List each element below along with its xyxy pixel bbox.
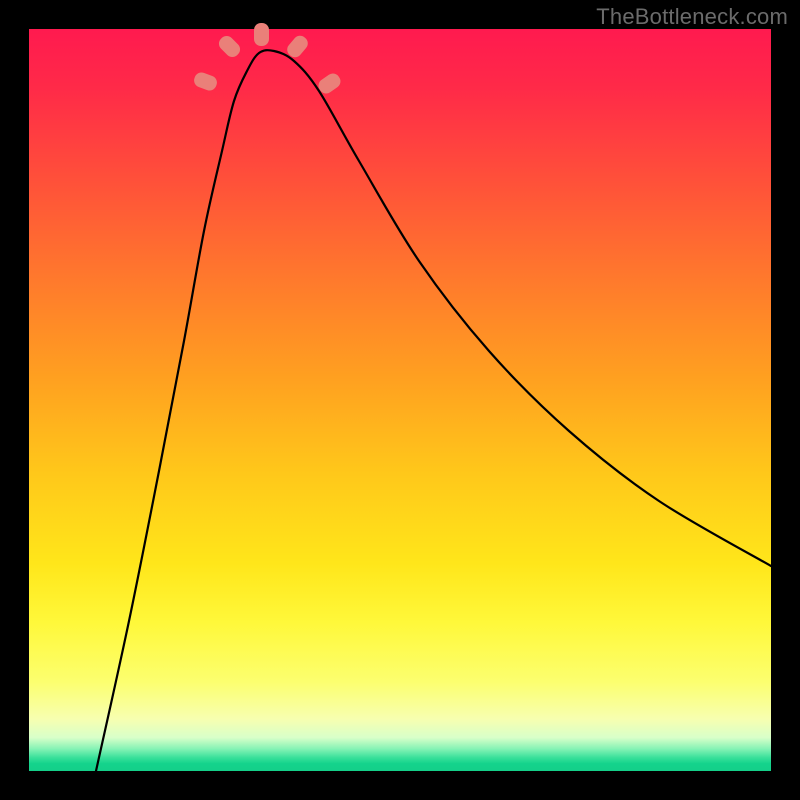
bottleneck-curve [29, 29, 771, 771]
watermark-text: TheBottleneck.com [596, 4, 788, 30]
chart-frame: TheBottleneck.com [0, 0, 800, 800]
plot-area [29, 29, 771, 771]
